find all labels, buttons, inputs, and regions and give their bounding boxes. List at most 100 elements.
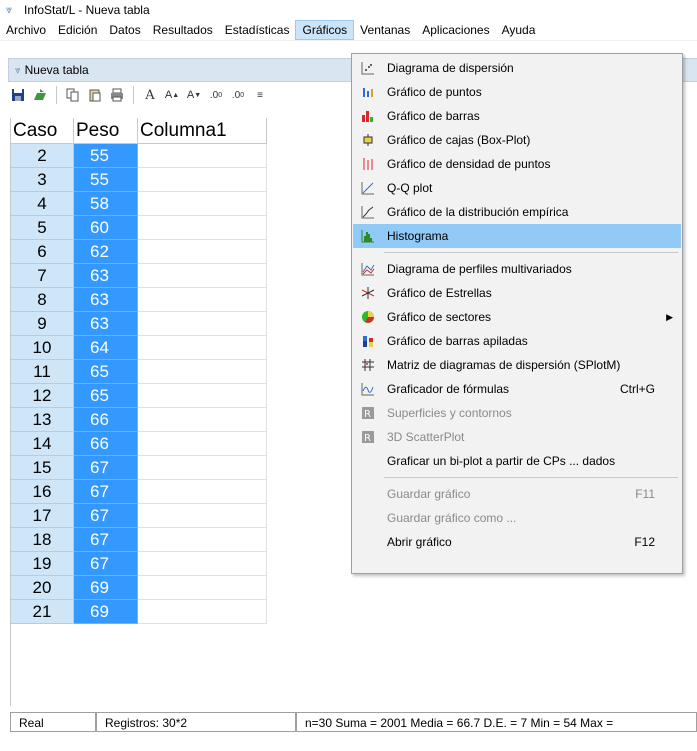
menu-ventanas[interactable]: Ventanas bbox=[354, 20, 416, 40]
font-decrease-icon[interactable]: A ▼ bbox=[184, 85, 204, 105]
peso-cell[interactable]: 55 bbox=[74, 168, 138, 192]
menu-archivo[interactable]: Archivo bbox=[0, 20, 52, 40]
columna1-cell[interactable] bbox=[138, 216, 267, 240]
menu-item-distribucion-empirica[interactable]: Gráfico de la distribución empírica bbox=[353, 200, 681, 224]
menu-item-grafico-sectores[interactable]: Gráfico de sectores ▶ bbox=[353, 305, 681, 329]
menu-item-perfiles-multivariados[interactable]: Diagrama de perfiles multivariados bbox=[353, 257, 681, 281]
caso-cell[interactable]: 8 bbox=[11, 288, 74, 312]
caso-cell[interactable]: 14 bbox=[11, 432, 74, 456]
menu-item-guardar-grafico[interactable]: Guardar gráfico F11 bbox=[353, 482, 681, 506]
menu-item-abrir-grafico[interactable]: Abrir gráfico F12 bbox=[353, 530, 681, 554]
save-icon[interactable] bbox=[8, 85, 28, 105]
peso-cell[interactable]: 66 bbox=[74, 432, 138, 456]
menu-item-3d-scatterplot[interactable]: R 3D ScatterPlot bbox=[353, 425, 681, 449]
peso-cell[interactable]: 67 bbox=[74, 480, 138, 504]
font-icon[interactable]: A bbox=[140, 85, 160, 105]
peso-cell[interactable]: 55 bbox=[74, 144, 138, 168]
caso-cell[interactable]: 20 bbox=[11, 576, 74, 600]
column-header-caso[interactable]: Caso bbox=[11, 118, 74, 144]
columna1-cell[interactable] bbox=[138, 336, 267, 360]
menu-edicion[interactable]: Edición bbox=[52, 20, 103, 40]
caso-cell[interactable]: 17 bbox=[11, 504, 74, 528]
menu-datos[interactable]: Datos bbox=[103, 20, 146, 40]
menu-item-box-plot[interactable]: Gráfico de cajas (Box-Plot) bbox=[353, 128, 681, 152]
columna1-cell[interactable] bbox=[138, 288, 267, 312]
menu-item-diagrama-dispersion[interactable]: Diagrama de dispersión bbox=[353, 56, 681, 80]
caso-cell[interactable]: 15 bbox=[11, 456, 74, 480]
peso-cell[interactable]: 69 bbox=[74, 600, 138, 624]
menu-item-biplot[interactable]: Graficar un bi-plot a partir de CPs ... … bbox=[353, 449, 681, 473]
columna1-cell[interactable] bbox=[138, 552, 267, 576]
peso-cell[interactable]: 66 bbox=[74, 408, 138, 432]
peso-cell[interactable]: 63 bbox=[74, 264, 138, 288]
font-increase-icon[interactable]: A ▲ bbox=[162, 85, 182, 105]
columna1-cell[interactable] bbox=[138, 264, 267, 288]
menu-item-qq-plot[interactable]: Q-Q plot bbox=[353, 176, 681, 200]
print-icon[interactable] bbox=[107, 85, 127, 105]
decimals-increase-icon[interactable]: .0 0 bbox=[206, 85, 226, 105]
caso-cell[interactable]: 5 bbox=[11, 216, 74, 240]
caso-cell[interactable]: 18 bbox=[11, 528, 74, 552]
caso-cell[interactable]: 19 bbox=[11, 552, 74, 576]
menu-item-grafico-puntos[interactable]: Gráfico de puntos bbox=[353, 80, 681, 104]
columna1-cell[interactable] bbox=[138, 528, 267, 552]
copy-icon[interactable] bbox=[63, 85, 83, 105]
paste-icon[interactable] bbox=[85, 85, 105, 105]
column-header-peso[interactable]: Peso bbox=[74, 118, 138, 144]
menu-item-graficador-formulas[interactable]: Graficador de fórmulas Ctrl+G bbox=[353, 377, 681, 401]
peso-cell[interactable]: 62 bbox=[74, 240, 138, 264]
caso-cell[interactable]: 7 bbox=[11, 264, 74, 288]
peso-cell[interactable]: 58 bbox=[74, 192, 138, 216]
caso-cell[interactable]: 9 bbox=[11, 312, 74, 336]
peso-cell[interactable]: 67 bbox=[74, 504, 138, 528]
columna1-cell[interactable] bbox=[138, 360, 267, 384]
menu-estadisticas[interactable]: Estadísticas bbox=[219, 20, 296, 40]
caso-cell[interactable]: 16 bbox=[11, 480, 74, 504]
columna1-cell[interactable] bbox=[138, 168, 267, 192]
peso-cell[interactable]: 60 bbox=[74, 216, 138, 240]
caso-cell[interactable]: 3 bbox=[11, 168, 74, 192]
menu-item-grafico-estrellas[interactable]: Gráfico de Estrellas bbox=[353, 281, 681, 305]
menu-item-guardar-grafico-como[interactable]: Guardar gráfico como ... bbox=[353, 506, 681, 530]
caso-cell[interactable]: 12 bbox=[11, 384, 74, 408]
menu-item-grafico-barras[interactable]: Gráfico de barras bbox=[353, 104, 681, 128]
caso-cell[interactable]: 13 bbox=[11, 408, 74, 432]
peso-cell[interactable]: 65 bbox=[74, 360, 138, 384]
menu-ayuda[interactable]: Ayuda bbox=[496, 20, 542, 40]
columna1-cell[interactable] bbox=[138, 504, 267, 528]
peso-cell[interactable]: 65 bbox=[74, 384, 138, 408]
peso-cell[interactable]: 63 bbox=[74, 288, 138, 312]
caso-cell[interactable]: 4 bbox=[11, 192, 74, 216]
menu-item-histograma[interactable]: Histograma bbox=[353, 224, 681, 248]
columna1-cell[interactable] bbox=[138, 240, 267, 264]
caso-cell[interactable]: 10 bbox=[11, 336, 74, 360]
columna1-cell[interactable] bbox=[138, 576, 267, 600]
align-icon[interactable]: ≡ bbox=[250, 85, 270, 105]
peso-cell[interactable]: 67 bbox=[74, 456, 138, 480]
menu-aplicaciones[interactable]: Aplicaciones bbox=[416, 20, 495, 40]
columna1-cell[interactable] bbox=[138, 432, 267, 456]
columna1-cell[interactable] bbox=[138, 600, 267, 624]
peso-cell[interactable]: 67 bbox=[74, 552, 138, 576]
columna1-cell[interactable] bbox=[138, 480, 267, 504]
peso-cell[interactable]: 63 bbox=[74, 312, 138, 336]
peso-cell[interactable]: 67 bbox=[74, 528, 138, 552]
columna1-cell[interactable] bbox=[138, 408, 267, 432]
columna1-cell[interactable] bbox=[138, 384, 267, 408]
caso-cell[interactable]: 6 bbox=[11, 240, 74, 264]
columna1-cell[interactable] bbox=[138, 456, 267, 480]
menu-item-barras-apiladas[interactable]: Gráfico de barras apiladas bbox=[353, 329, 681, 353]
decimals-decrease-icon[interactable]: .0 0 bbox=[228, 85, 248, 105]
columna1-cell[interactable] bbox=[138, 144, 267, 168]
menu-item-densidad-puntos[interactable]: Gráfico de densidad de puntos bbox=[353, 152, 681, 176]
caso-cell[interactable]: 21 bbox=[11, 600, 74, 624]
menu-item-superficies-contornos[interactable]: R Superficies y contornos bbox=[353, 401, 681, 425]
open-icon[interactable] bbox=[30, 85, 50, 105]
caso-cell[interactable]: 2 bbox=[11, 144, 74, 168]
columna1-cell[interactable] bbox=[138, 192, 267, 216]
menu-item-matriz-dispersion[interactable]: Matriz de diagramas de dispersión (SPlot… bbox=[353, 353, 681, 377]
columna1-cell[interactable] bbox=[138, 312, 267, 336]
caso-cell[interactable]: 11 bbox=[11, 360, 74, 384]
peso-cell[interactable]: 69 bbox=[74, 576, 138, 600]
menu-resultados[interactable]: Resultados bbox=[147, 20, 219, 40]
